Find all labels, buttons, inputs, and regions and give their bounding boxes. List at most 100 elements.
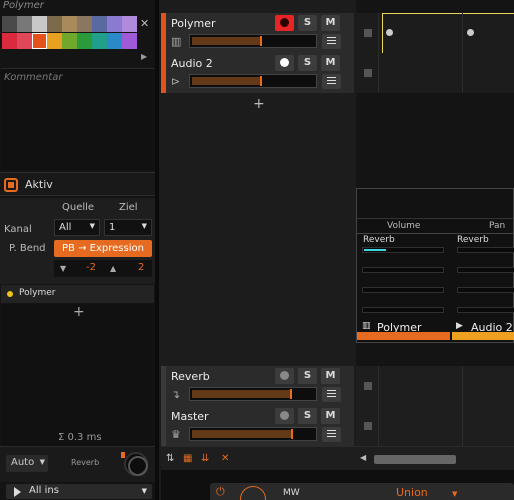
expand-arrow-icon[interactable]: ▶ — [141, 52, 147, 61]
record-arm-button[interactable] — [275, 368, 294, 384]
volume-handle[interactable] — [260, 36, 262, 46]
stop-clip-button[interactable] — [364, 29, 372, 37]
volume-meter[interactable] — [189, 74, 317, 88]
pb-expression-button[interactable]: PB → Expression — [54, 240, 152, 257]
color-swatch[interactable] — [47, 33, 62, 49]
volume-meter[interactable] — [189, 427, 317, 441]
color-swatch[interactable] — [17, 33, 32, 49]
send-level-bar[interactable] — [457, 247, 514, 253]
range-min-value[interactable]: -2 — [86, 262, 96, 273]
color-swatch[interactable] — [122, 16, 137, 32]
color-swatch[interactable] — [77, 33, 92, 49]
track-name[interactable]: Reverb — [171, 370, 210, 383]
record-arm-button[interactable] — [275, 15, 294, 31]
track-header-master[interactable]: Master S M ♛ — [161, 406, 354, 446]
send-level-bar[interactable] — [457, 267, 514, 273]
color-swatch[interactable] — [17, 16, 32, 32]
down-arrow-icon[interactable]: ▼ — [60, 264, 66, 273]
preset-name[interactable]: Union — [396, 486, 428, 499]
track-header-audio2[interactable]: Audio 2 S M ⊳ — [161, 53, 354, 93]
record-arm-button[interactable] — [275, 408, 294, 424]
color-swatch[interactable] — [107, 16, 122, 32]
send-level-bar[interactable] — [362, 287, 444, 293]
color-swatch[interactable] — [47, 16, 62, 32]
solo-button[interactable]: S — [298, 55, 317, 71]
mute-button[interactable]: M — [321, 408, 340, 424]
power-icon[interactable]: ⏻ — [216, 485, 225, 499]
color-swatch[interactable] — [92, 16, 107, 32]
stop-clip-button[interactable] — [364, 422, 372, 430]
color-swatch[interactable] — [2, 16, 17, 32]
volume-handle[interactable] — [260, 76, 262, 86]
send-level-bar[interactable] — [362, 267, 444, 273]
grid-icon[interactable]: ⇅ — [166, 453, 174, 464]
volume-meter[interactable] — [189, 34, 317, 48]
close-icon[interactable]: ✕ — [140, 17, 149, 30]
solo-button[interactable]: S — [298, 368, 317, 384]
color-swatch[interactable] — [107, 33, 122, 49]
mute-button[interactable]: M — [321, 368, 340, 384]
panel-divider[interactable] — [155, 0, 159, 500]
active-toggle-button[interactable] — [4, 178, 18, 192]
input-select[interactable]: All ins ▼ — [6, 484, 152, 499]
follow-icon[interactable]: ⇊ — [201, 453, 209, 464]
color-swatch[interactable] — [62, 16, 77, 32]
send-level-bar[interactable] — [457, 307, 514, 313]
channel-color-strip — [357, 332, 450, 340]
source-select[interactable]: All ▼ — [54, 219, 100, 236]
horizontal-scrollbar[interactable] — [374, 455, 456, 464]
clip-slot-indicator[interactable] — [467, 29, 474, 36]
mute-button[interactable]: M — [321, 55, 340, 71]
chevron-down-icon[interactable]: ▼ — [452, 490, 457, 498]
track-name[interactable]: Polymer — [171, 17, 216, 30]
send-level-bar[interactable] — [362, 307, 444, 313]
color-swatch[interactable] — [62, 33, 77, 49]
color-swatch-selected[interactable] — [32, 33, 47, 49]
solo-button[interactable]: S — [298, 15, 317, 31]
send-level-bar[interactable] — [362, 247, 444, 253]
clip-view-icon[interactable]: ▦ — [183, 453, 192, 464]
record-arm-button[interactable] — [275, 55, 294, 71]
track-menu-button[interactable] — [322, 34, 341, 49]
stop-clip-button[interactable] — [364, 382, 372, 390]
solo-button[interactable]: S — [298, 408, 317, 424]
automation-mode-value: Auto — [11, 457, 35, 468]
stop-clip-button[interactable] — [364, 69, 372, 77]
volume-fill — [192, 390, 290, 398]
track-menu-button[interactable] — [322, 387, 341, 402]
color-swatch[interactable] — [92, 33, 107, 49]
up-arrow-icon[interactable]: ▲ — [110, 264, 116, 273]
volume-fill — [192, 37, 260, 45]
color-swatch[interactable] — [2, 33, 17, 49]
track-header-polymer[interactable]: Polymer S M ▥ — [161, 13, 354, 53]
volume-meter[interactable] — [189, 387, 317, 401]
automation-mode-select[interactable]: Auto ▼ — [6, 455, 48, 472]
range-max-value[interactable]: 2 — [138, 262, 144, 273]
scroll-left-icon[interactable]: ◀ — [360, 453, 366, 462]
volume-handle[interactable] — [291, 429, 293, 439]
volume-fill — [192, 77, 260, 85]
comment-field[interactable]: Kommentar — [1, 68, 154, 170]
add-track-icon[interactable]: + — [253, 96, 265, 112]
close-icon[interactable]: ✕ — [221, 453, 229, 464]
track-name[interactable]: Master — [171, 410, 209, 423]
track-name[interactable]: Audio 2 — [171, 57, 213, 70]
send-level-bar[interactable] — [457, 287, 514, 293]
clip-slot-indicator[interactable] — [386, 29, 393, 36]
track-header-reverb[interactable]: Reverb S M ↴ — [161, 366, 354, 406]
send-knob[interactable] — [124, 452, 148, 476]
volume-handle[interactable] — [290, 389, 292, 399]
color-swatch[interactable] — [77, 16, 92, 32]
track-menu-button[interactable] — [322, 427, 341, 442]
mute-button[interactable]: M — [321, 15, 340, 31]
device-header[interactable]: Polymer — [1, 285, 154, 303]
color-swatch[interactable] — [122, 33, 137, 49]
color-swatch[interactable] — [32, 16, 47, 32]
source-header: Quelle — [62, 202, 95, 213]
add-device-icon[interactable]: + — [73, 304, 85, 320]
device-chain-area: + Σ 0.3 ms — [1, 304, 154, 446]
color-palette[interactable] — [2, 16, 138, 52]
pitchbend-label: P. Bend — [9, 243, 46, 254]
track-menu-button[interactable] — [322, 74, 341, 89]
target-select[interactable]: 1 ▼ — [104, 219, 152, 236]
